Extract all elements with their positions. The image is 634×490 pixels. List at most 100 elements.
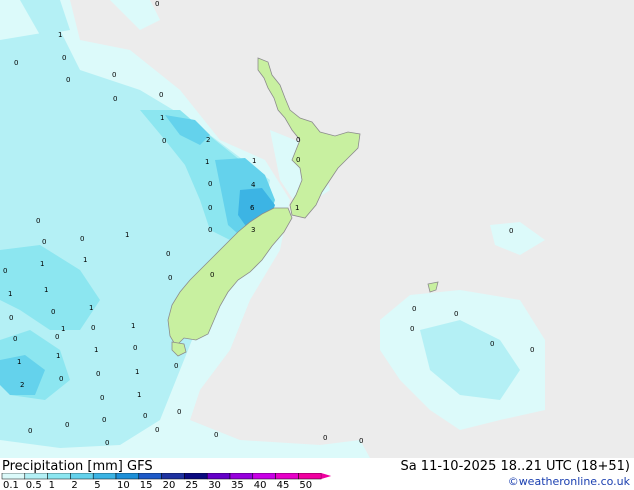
scale-swatch (24, 473, 48, 480)
scale-swatch (138, 473, 162, 480)
map-value-label: 0 (490, 340, 494, 348)
map-value-label: 4 (251, 181, 256, 189)
map-value-label: 0 (80, 235, 84, 243)
scale-label: 15 (140, 480, 153, 490)
map-value-label: 1 (56, 352, 60, 360)
map-value-label: 0 (42, 238, 46, 246)
map-value-label: 0 (3, 267, 7, 275)
map-value-label: 0 (454, 310, 458, 318)
map-value-label: 0 (159, 91, 163, 99)
map-value-label: 0 (66, 76, 70, 84)
scale-swatch (298, 473, 322, 480)
map-value-label: 1 (8, 290, 12, 298)
map-value-label: 0 (155, 426, 159, 434)
footer-bar: Precipitation [mm] GFS Sa 11-10-2025 18.… (0, 458, 634, 490)
map-value-label: 0 (162, 137, 166, 145)
map-value-label: 0 (412, 305, 416, 313)
map-value-label: 0 (177, 408, 181, 416)
scale-label: 40 (254, 480, 267, 490)
scale-label: 0.5 (26, 480, 42, 490)
map-value-label: 1 (295, 204, 299, 212)
map-value-label: 0 (55, 333, 59, 341)
map-value-label: 1 (89, 304, 93, 312)
map-value-label: 0 (28, 427, 32, 435)
map-value-label: 1 (125, 231, 129, 239)
map-value-label: 0 (133, 344, 137, 352)
precipitation-map: 010000010201 10 4006 10 3000 11000111100011 01… (0, 0, 634, 458)
precipitation-color-scale: 0.1 0.5 1 2 5 10 15 20 25 30 35 40 45 50 (1, 473, 332, 490)
map-value-label: 0 (410, 325, 414, 333)
map-value-label: 0 (96, 370, 100, 378)
scale-swatch (115, 473, 140, 480)
map-value-label: 0 (59, 375, 63, 383)
map-value-label: 6 (250, 204, 255, 212)
map-value-label: 1 (252, 157, 256, 165)
map-value-label: 0 (166, 250, 170, 258)
map-value-label: 0 (509, 227, 513, 235)
scale-swatch (47, 473, 71, 480)
map-value-label: 0 (208, 204, 212, 212)
map-value-label: 0 (208, 180, 212, 188)
scale-swatch (206, 473, 231, 480)
map-value-label: 0 (214, 431, 218, 439)
map-value-label: 1 (205, 158, 209, 166)
scale-label: 20 (163, 480, 176, 490)
scale-label: 10 (117, 480, 130, 490)
scale-label: 5 (94, 480, 100, 490)
map-value-label: 0 (9, 314, 13, 322)
map-value-label: 0 (323, 434, 327, 442)
map-value-label: 0 (296, 136, 300, 144)
map-value-label: 1 (135, 368, 139, 376)
scale-swatch (70, 473, 94, 480)
map-value-label: 2 (20, 381, 24, 389)
scale-swatch (1, 473, 26, 480)
map-value-label: 1 (61, 325, 65, 333)
map-value-label: 0 (143, 412, 147, 420)
map-value-label: 0 (210, 271, 214, 279)
map-value-label: 0 (36, 217, 40, 225)
map-value-label: 1 (131, 322, 135, 330)
map-value-label: 0 (530, 346, 534, 354)
scale-label: 45 (277, 480, 290, 490)
scale-swatch (184, 473, 208, 480)
scale-swatch (161, 473, 185, 480)
map-value-label: 0 (112, 71, 116, 79)
scale-label: 50 (299, 480, 312, 490)
map-value-label: 1 (58, 31, 62, 39)
credit-link[interactable]: ©weatheronline.co.uk (508, 475, 630, 488)
map-value-label: 0 (113, 95, 117, 103)
scale-swatch (252, 473, 276, 480)
scale-label: 30 (208, 480, 221, 490)
map-value-label: 0 (174, 362, 178, 370)
valid-time: Sa 11-10-2025 18..21 UTC (18+51) (400, 459, 630, 474)
map-title: Precipitation [mm] GFS (2, 459, 153, 474)
map-value-label: 1 (17, 358, 21, 366)
map-value-label: 0 (359, 437, 363, 445)
scale-label: 1 (49, 480, 55, 490)
map-value-label: 3 (251, 226, 255, 234)
map-value-label: 0 (51, 308, 55, 316)
scale-swatch (229, 473, 254, 480)
map-value-label: 0 (208, 226, 212, 234)
scale-label: 2 (71, 480, 77, 490)
map-value-label: 0 (168, 274, 172, 282)
map-value-label: 0 (91, 324, 95, 332)
map-value-label: 0 (155, 0, 159, 8)
map-value-label: 0 (100, 394, 104, 402)
map-value-label: 1 (137, 391, 141, 399)
map-value-label: 0 (65, 421, 69, 429)
map-value-label: 1 (44, 286, 48, 294)
scale-swatch (92, 473, 117, 480)
map-value-label: 0 (13, 335, 17, 343)
scale-label: 0.1 (3, 480, 19, 490)
map-value-label: 0 (102, 416, 106, 424)
map-value-label: 0 (62, 54, 66, 62)
map-value-label: 0 (14, 59, 18, 67)
map-value-label: 0 (105, 439, 109, 447)
map-value-label: 2 (206, 136, 210, 144)
map-value-label: 1 (40, 260, 44, 268)
scale-arrow (321, 473, 332, 479)
map-value-label: 1 (83, 256, 87, 264)
scale-label: 35 (231, 480, 244, 490)
scale-label: 25 (185, 480, 198, 490)
